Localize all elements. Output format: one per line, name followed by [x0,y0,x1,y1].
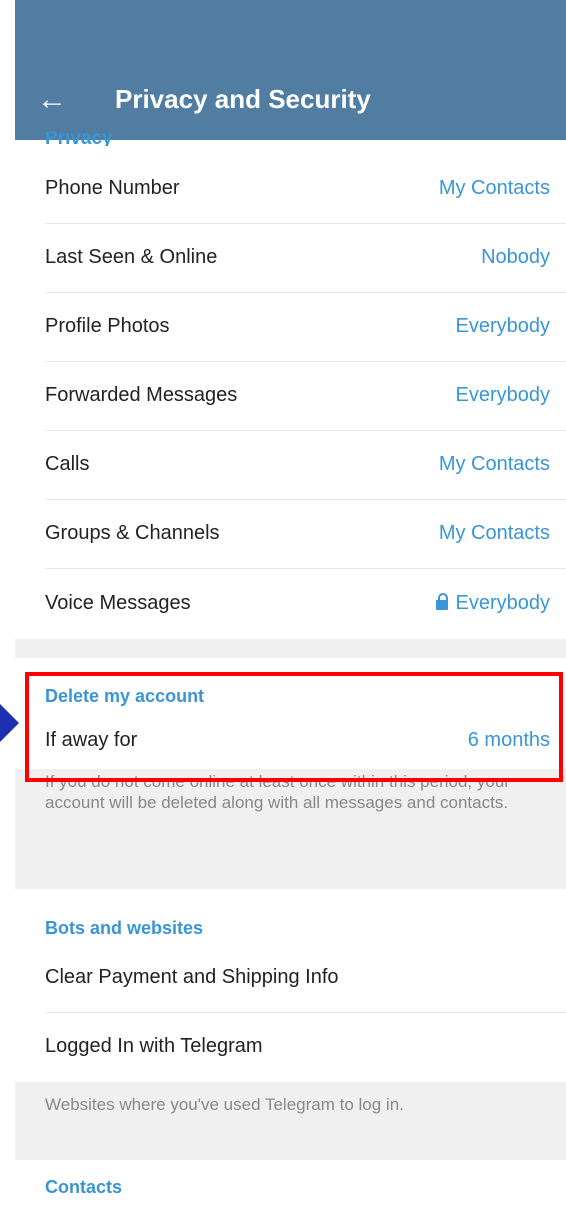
section-separator [15,639,566,658]
delete-account-hint-area: If you do not come online at least once … [15,769,566,889]
forwarded-messages-value: Everybody [455,384,551,406]
privacy-section-header: Privacy [45,132,113,146]
contacts-header: Contacts [45,1177,123,1197]
delete-account-header: Delete my account [45,686,205,706]
delete-account-hint: If you do not come online at least once … [45,772,510,812]
voice-messages-row[interactable]: Voice Messages Everybody [15,570,566,639]
groups-channels-value: My Contacts [438,522,550,544]
if-away-for-value: 6 months [467,729,550,751]
profile-photos-value: Everybody [455,315,551,337]
bots-hint: Websites where you've used Telegram to l… [45,1095,404,1114]
settings-page: ← Privacy and Security Privacy Phone Num… [15,0,566,1218]
bots-hint-area: Websites where you've used Telegram to l… [15,1082,566,1160]
back-arrow-icon[interactable]: ← [37,82,73,118]
calls-label: Calls [45,453,90,475]
page-title: Privacy and Security [115,84,371,114]
last-seen-label: Last Seen & Online [45,246,218,268]
pointer-arrow-icon [0,704,19,742]
if-away-for-row[interactable]: If away for 6 months [15,711,566,769]
voice-messages-label: Voice Messages [45,592,191,614]
if-away-for-label: If away for [45,729,138,751]
groups-channels-label: Groups & Channels [45,522,220,544]
bots-websites-header: Bots and websites [45,918,204,938]
top-app-bar: ← Privacy and Security [15,0,566,140]
voice-messages-value: Everybody [455,592,551,614]
logged-in-telegram-label: Logged In with Telegram [45,1035,263,1057]
lock-icon [435,593,448,610]
last-seen-value: Nobody [481,246,550,268]
calls-row[interactable]: Calls My Contacts [15,431,566,500]
clear-payment-row[interactable]: Clear Payment and Shipping Info [15,944,566,1013]
profile-photos-row[interactable]: Profile Photos Everybody [15,293,566,362]
phone-number-value: My Contacts [438,177,550,199]
forwarded-messages-row[interactable]: Forwarded Messages Everybody [15,362,566,431]
calls-value: My Contacts [438,453,550,475]
logged-in-telegram-row[interactable]: Logged In with Telegram [15,1013,566,1082]
voice-messages-value-wrap: Everybody [435,592,551,615]
phone-number-label: Phone Number [45,177,180,199]
groups-channels-row[interactable]: Groups & Channels My Contacts [15,500,566,569]
profile-photos-label: Profile Photos [45,315,170,337]
divider [45,568,566,569]
clear-payment-label: Clear Payment and Shipping Info [45,966,339,988]
last-seen-row[interactable]: Last Seen & Online Nobody [15,224,566,293]
forwarded-messages-label: Forwarded Messages [45,384,238,406]
phone-number-row[interactable]: Phone Number My Contacts [15,155,566,224]
